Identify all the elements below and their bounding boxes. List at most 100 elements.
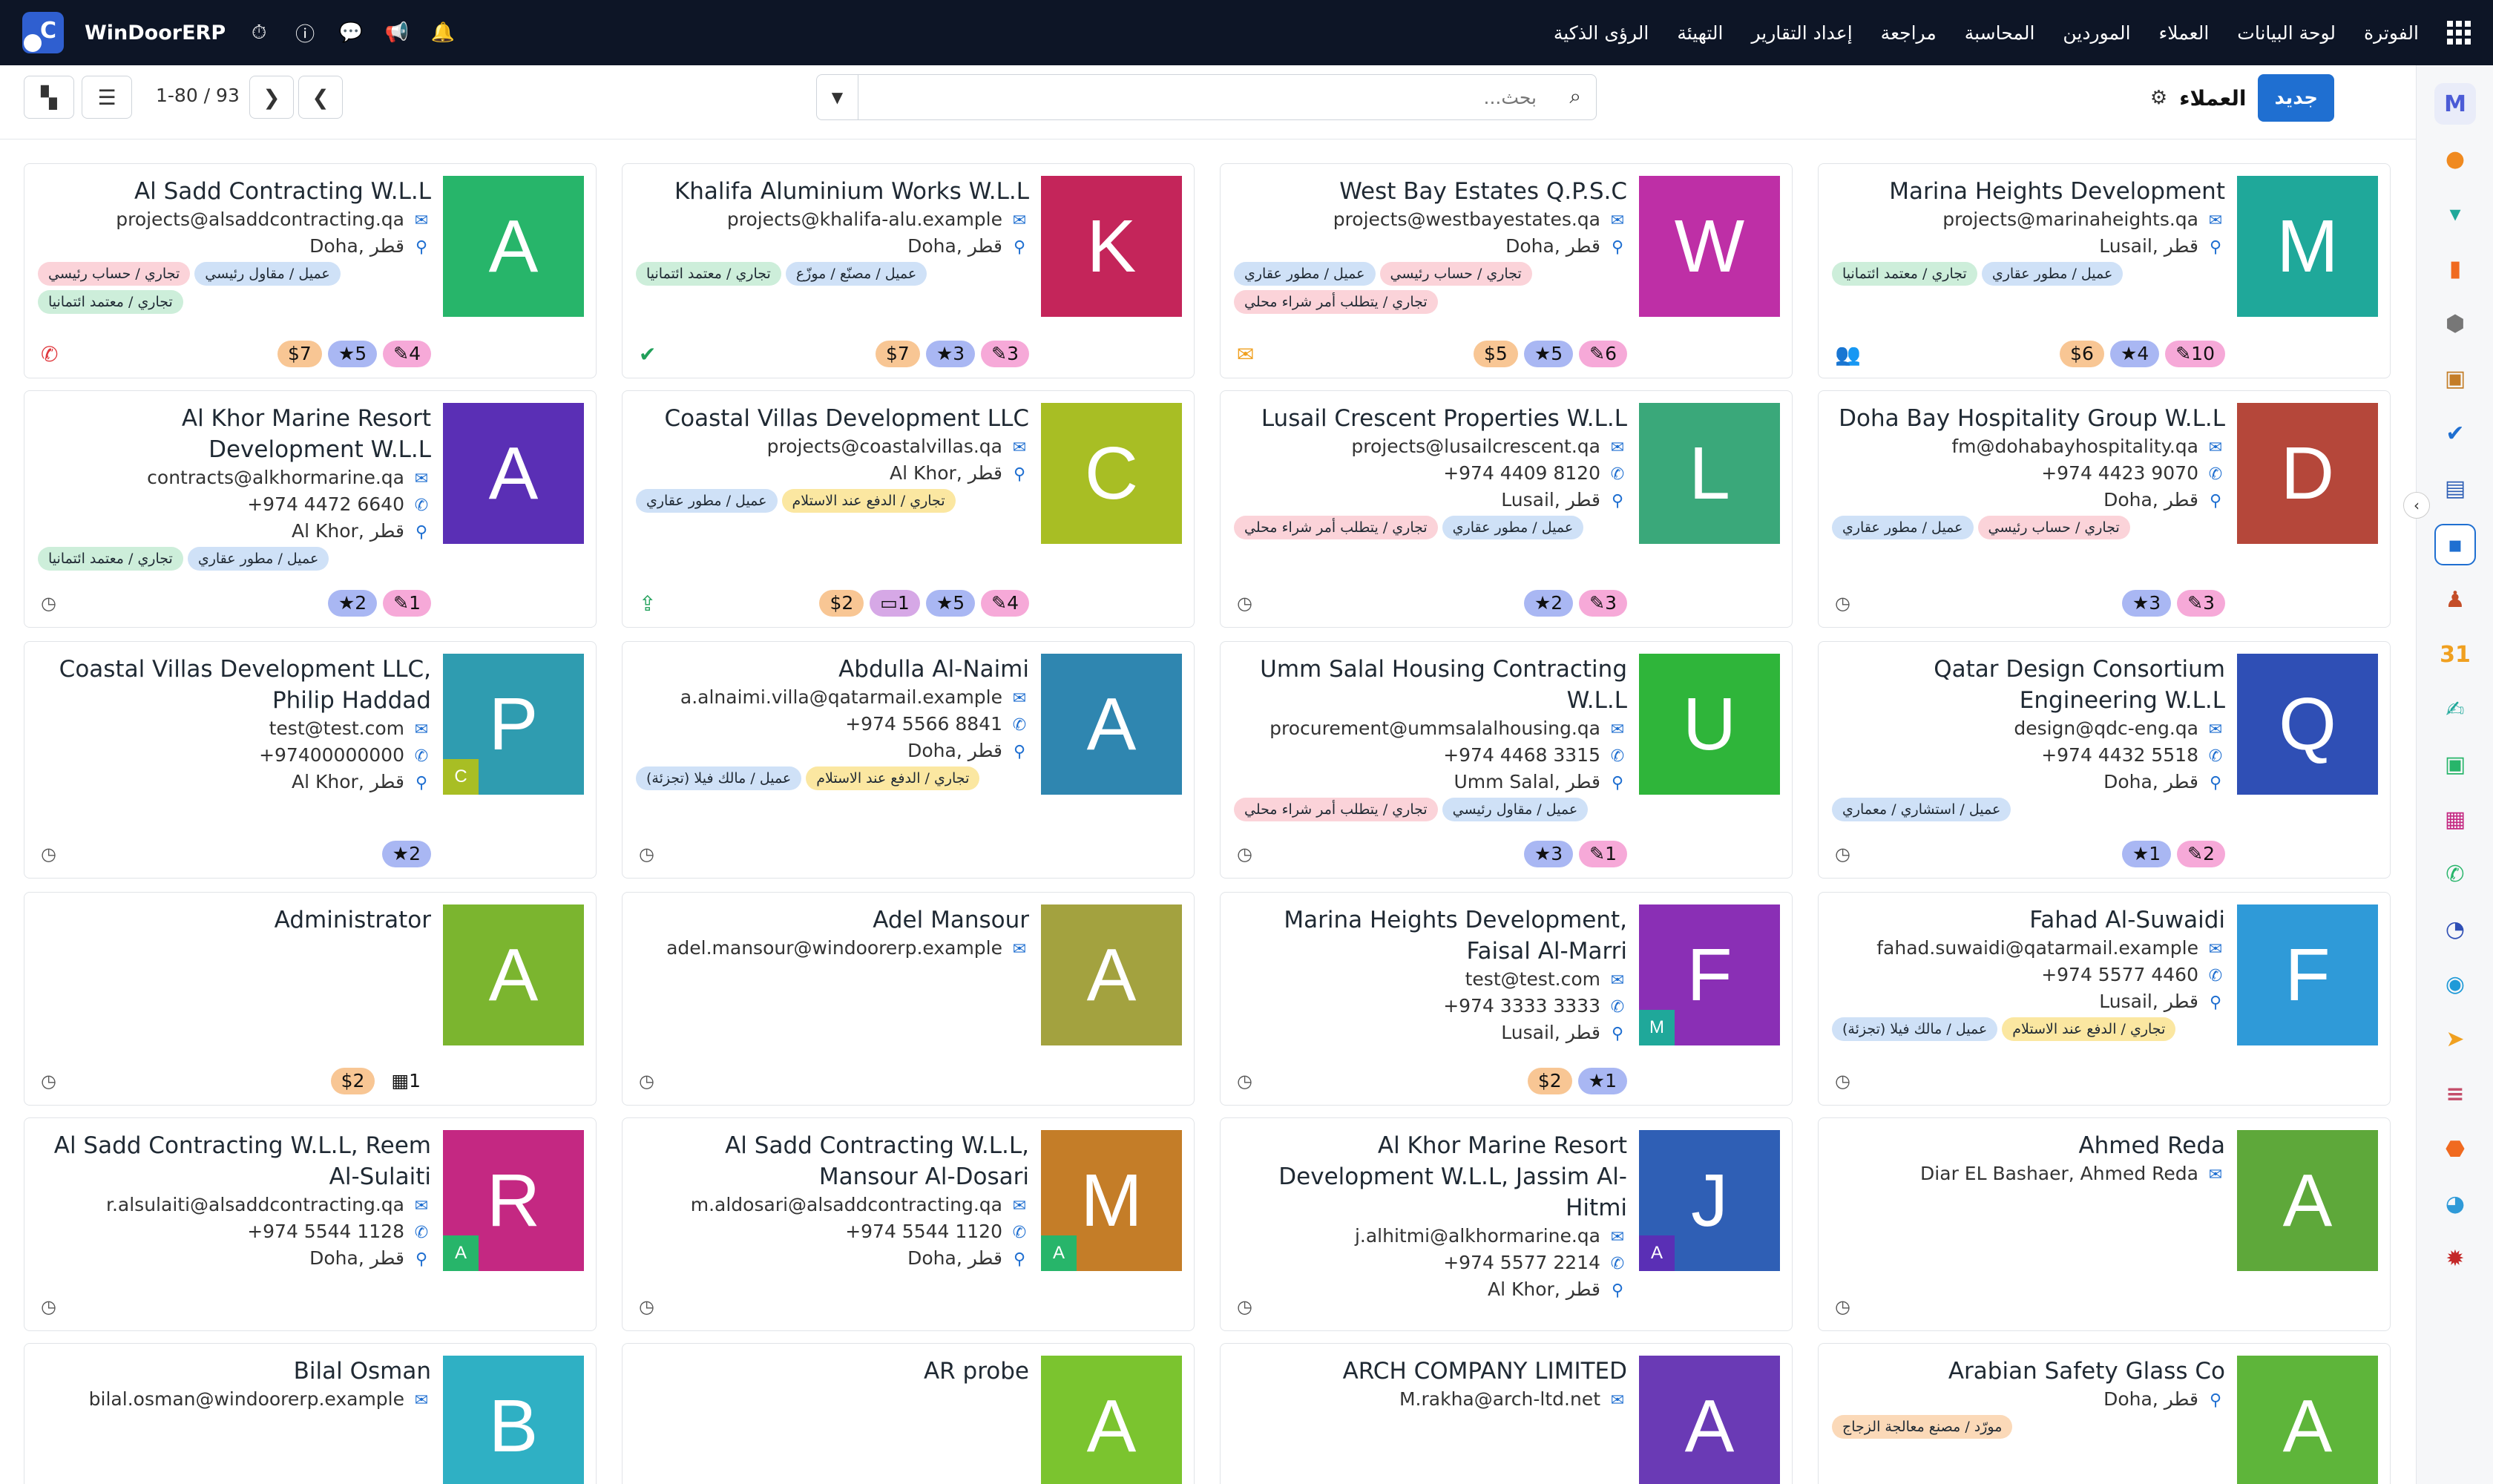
count-badge[interactable]: ★5 [1523,341,1574,367]
sidebar-app-whatsapp-icon[interactable]: ✆ [2434,853,2476,895]
customer-name[interactable]: Qatar Design Consortium Engineering W.L.… [1832,654,2225,716]
customer-card[interactable]: C Coastal Villas Development LLC projects@… [622,390,1195,628]
count-badge[interactable]: $2 [330,1068,375,1094]
customer-avatar[interactable]: K [1041,176,1182,317]
sidebar-app-team-icon[interactable]: ♟ [2434,579,2476,620]
search-options-toggle[interactable]: ▼ [817,75,858,119]
customer-card[interactable]: A Al Khor Marine Resort Development W.L.L… [24,390,597,628]
pager-value[interactable]: 1-80 / 93 [156,85,240,106]
menu-ai-insights[interactable]: الرؤى الذكية [1554,22,1649,44]
menu-billing[interactable]: الفوترة [2364,22,2419,44]
customer-avatar[interactable]: FM [1639,904,1780,1045]
count-badge[interactable]: ★5 [327,341,378,367]
customer-card[interactable]: W West Bay Estates Q.P.S.C projects@westba… [1220,163,1793,378]
customer-name[interactable]: Marina Heights Development, Faisal Al-Ma… [1234,904,1627,967]
count-badge[interactable]: ▭1 [870,590,920,617]
sidebar-app-send-icon[interactable]: ➤ [2434,1018,2476,1060]
count-badge[interactable]: ✎2 [2177,841,2225,867]
count-badge[interactable]: ★3 [925,341,976,367]
customer-card[interactable]: A Arabian Safety Glass Co Doha, قطر ⚲ مورّد … [1818,1343,2391,1484]
customer-card[interactable]: A Abdulla Al-Naimi a.alnaimi.villa@qatarma… [622,641,1195,879]
app-logo[interactable] [22,12,64,53]
customer-name[interactable]: Adel Mansour [636,904,1029,936]
clock-icon[interactable]: ◷ [639,1296,654,1317]
customer-card[interactable]: D Doha Bay Hospitality Group W.L.L fm@doha… [1818,390,2391,628]
customer-name[interactable]: Coastal Villas Development LLC, Philip H… [38,654,431,716]
sidebar-app-hex-icon[interactable]: ⬣ [2434,1128,2476,1169]
clock-icon[interactable]: ◷ [41,844,56,864]
count-badge[interactable]: ★2 [327,590,378,617]
customer-avatar[interactable]: F [2237,904,2378,1045]
customer-name[interactable]: West Bay Estates Q.P.S.C [1234,176,1627,207]
pager-previous-button[interactable]: ❮ [298,76,343,119]
customer-card[interactable]: A Adel Mansour adel.mansour@windoorerp.exa… [622,892,1195,1106]
clock-icon[interactable]: ◷ [41,593,56,614]
customer-card[interactable]: A Ahmed Reda Diar EL Bashaer, Ahmed Reda ✉ ◷ [1818,1117,2391,1331]
customer-card[interactable]: M A Al Sadd Contracting W.L.L, Mansour Al-… [622,1117,1195,1331]
customer-card[interactable]: R A Al Sadd Contracting W.L.L, Reem Al-Sul… [24,1117,597,1331]
menu-configuration[interactable]: التهيئة [1677,22,1723,44]
count-badge[interactable]: ★1 [1577,1068,1627,1094]
count-badge[interactable]: ✎3 [981,341,1029,367]
count-badge[interactable]: $2 [1527,1068,1572,1094]
customer-card[interactable]: F Fahad Al-Suwaidi fahad.suwaidi@qatarmail… [1818,892,2391,1106]
customer-avatar[interactable]: A [443,904,584,1045]
customer-name[interactable]: Fahad Al-Suwaidi [1832,904,2225,936]
kanban-view-button[interactable]: ▚ [24,76,74,119]
sidebar-app-gauge-icon[interactable]: ◔ [2434,908,2476,950]
customer-avatar[interactable]: U [1639,654,1780,795]
sidebar-app-layers-icon[interactable]: ≡ [2434,1073,2476,1114]
phone-icon[interactable]: ✆ [41,342,58,367]
customer-avatar[interactable]: A [1639,1356,1780,1484]
sidebar-app-contacts-icon[interactable]: ▪ [2434,524,2476,565]
customer-avatar[interactable]: RA [443,1130,584,1271]
clock-icon[interactable]: ◷ [41,1296,56,1317]
customer-name[interactable]: Al Sadd Contracting W.L.L, Reem Al-Sulai… [38,1130,431,1192]
customer-avatar[interactable]: A [443,176,584,317]
sidebar-app-chart-icon[interactable]: ▮ [2434,248,2476,289]
customer-card[interactable]: K Khalifa Aluminium Works W.L.L projects@k… [622,163,1195,378]
customer-avatar[interactable]: MA [1041,1130,1182,1271]
chat-icon[interactable]: 💬 [338,22,364,44]
customer-card[interactable]: A Administrator ◷ $2 ▦1 [24,892,597,1106]
count-badge[interactable]: ✎3 [1579,590,1627,617]
sidebar-app-chat-icon[interactable]: ● [2434,138,2476,180]
customer-card[interactable]: B Bilal Osman bilal.osman@windoorerp.examp… [24,1343,597,1484]
count-badge[interactable]: ✎4 [981,590,1029,617]
clock-icon[interactable]: ◷ [639,844,654,864]
clock-icon[interactable]: ◷ [1237,844,1252,864]
check-icon[interactable]: ✔ [639,342,656,367]
sidebar-app-calendar-icon[interactable]: 31 [2434,634,2476,675]
gear-icon[interactable]: ⚙ [2150,87,2167,109]
count-badge[interactable]: ✎3 [2177,590,2225,617]
customer-avatar[interactable]: A [443,403,584,544]
menu-customers[interactable]: العملاء [2159,22,2210,44]
customer-avatar[interactable]: Q [2237,654,2378,795]
customer-card[interactable]: M Marina Heights Development projects@mari… [1818,163,2391,378]
customer-name[interactable]: AR probe [636,1356,1029,1387]
sidebar-app-dashboard-icon[interactable]: ▦ [2434,798,2476,840]
customer-card[interactable]: Q Qatar Design Consortium Engineering W.L… [1818,641,2391,879]
menu-dashboard[interactable]: لوحة البيانات [2237,22,2336,44]
sidebar-app-sign-icon[interactable]: ✍ [2434,689,2476,730]
menu-accounting[interactable]: المحاسبة [1965,22,2035,44]
apps-grid-icon[interactable] [2447,21,2471,45]
count-badge[interactable]: ✎10 [2165,341,2225,367]
clock-icon[interactable]: ◷ [1237,1296,1252,1317]
customer-card[interactable]: J A Al Khor Marine Resort Development W.L.… [1220,1117,1793,1331]
count-badge[interactable]: ★4 [2109,341,2160,367]
users-icon[interactable]: 👥 [1835,342,1861,367]
brand-name[interactable]: WinDoorERP [85,22,226,45]
envelope-icon[interactable]: ✉ [1237,342,1254,367]
help-icon[interactable]: ⓘ [292,19,318,47]
customer-avatar[interactable]: W [1639,176,1780,317]
clock-icon[interactable]: ◷ [1237,593,1252,614]
customer-avatar[interactable]: PC [443,654,584,795]
clock-icon[interactable]: ◷ [1835,1296,1850,1317]
count-badge[interactable]: ★1 [2121,841,2172,867]
customer-avatar[interactable]: A [1041,904,1182,1045]
count-badge[interactable]: $7 [876,341,920,367]
count-badge[interactable]: ★3 [1523,841,1574,867]
customer-name[interactable]: Coastal Villas Development LLC [636,403,1029,434]
sidebar-app-employee-icon[interactable]: ▣ [2434,743,2476,785]
